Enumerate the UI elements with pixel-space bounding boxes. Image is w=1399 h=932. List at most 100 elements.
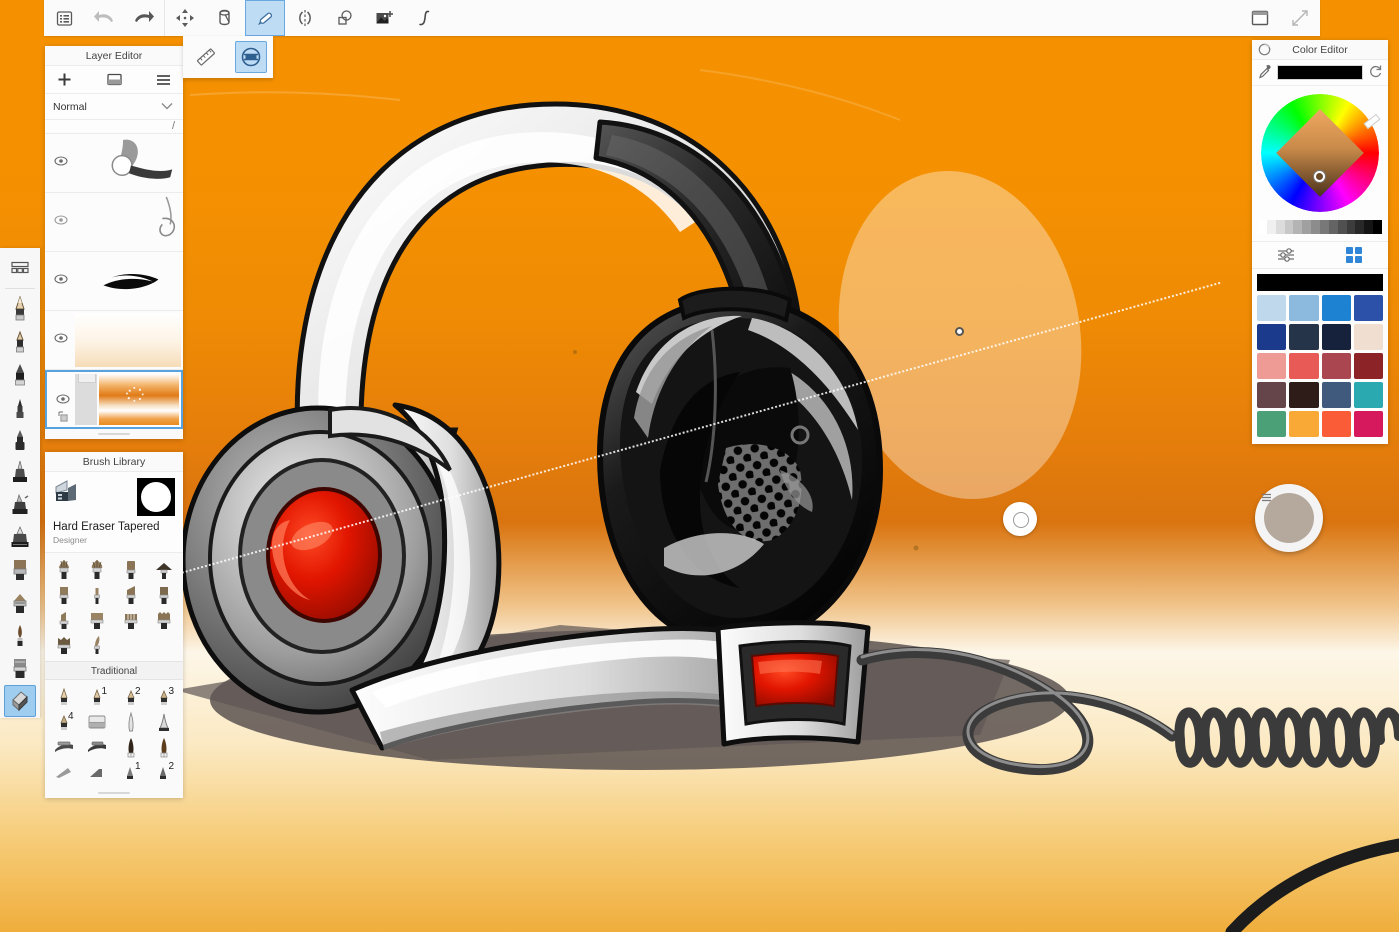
- layer-visibility-icon[interactable]: [54, 274, 68, 288]
- flat-square-2-brush[interactable]: [148, 582, 182, 607]
- menu-icon[interactable]: [44, 0, 84, 36]
- spray-tool-icon[interactable]: [4, 489, 36, 521]
- floating-color-puck[interactable]: [1255, 484, 1323, 552]
- thin-round-1-brush[interactable]: [81, 582, 115, 607]
- pointed-round-1-brush[interactable]: [81, 632, 115, 657]
- pencil-num-1-brush[interactable]: 1: [81, 684, 115, 709]
- layer-opacity-row[interactable]: /: [45, 120, 183, 134]
- palette-swatch[interactable]: [1289, 411, 1319, 437]
- layer-lock-icon[interactable]: [57, 410, 69, 422]
- layer-mask-chip[interactable]: [75, 374, 97, 425]
- eraser-block-brush[interactable]: [81, 709, 115, 734]
- table-row[interactable]: [45, 252, 183, 311]
- palette-swatch[interactable]: [1321, 382, 1351, 408]
- palette-swatch[interactable]: [1353, 324, 1383, 350]
- grayscale-swatch[interactable]: [1346, 220, 1356, 234]
- palette-swatch[interactable]: [1353, 353, 1383, 379]
- current-color-swatch[interactable]: [1277, 65, 1363, 80]
- grayscale-swatch[interactable]: [1311, 220, 1321, 234]
- layer-visibility-icon[interactable]: [54, 333, 68, 347]
- palette-swatch[interactable]: [1257, 411, 1287, 437]
- fineliner-tool-icon[interactable]: [4, 391, 36, 423]
- grayscale-swatch[interactable]: [1364, 220, 1374, 234]
- grayscale-swatch[interactable]: [1266, 220, 1276, 234]
- layer-visibility-icon[interactable]: [54, 215, 68, 229]
- round-brush-tool-icon[interactable]: [4, 620, 36, 652]
- charcoal-tip-brush[interactable]: [148, 709, 182, 734]
- fan-brush-tool-icon[interactable]: [4, 587, 36, 619]
- grayscale-strip[interactable]: [1258, 220, 1383, 234]
- color-wheel[interactable]: [1261, 94, 1381, 212]
- fan-bristle-2-brush[interactable]: [81, 557, 115, 582]
- puck-color-fill[interactable]: [1264, 493, 1314, 543]
- fan-wide-brush[interactable]: [148, 557, 182, 582]
- redo-icon[interactable]: [124, 0, 164, 36]
- puck-menu-icon[interactable]: [1261, 489, 1272, 502]
- marker-round-1-brush[interactable]: [114, 734, 148, 759]
- brush-icon[interactable]: [245, 0, 285, 36]
- table-row[interactable]: [45, 134, 183, 193]
- table-row[interactable]: [45, 193, 183, 252]
- layer-menu-button[interactable]: [156, 74, 171, 86]
- color-wheel-area[interactable]: [1252, 86, 1388, 216]
- grayscale-swatch[interactable]: [1293, 220, 1303, 234]
- grayscale-swatch[interactable]: [1284, 220, 1294, 234]
- flat-tip-1-brush[interactable]: [114, 557, 148, 582]
- flat-worn-1-brush[interactable]: [47, 632, 81, 657]
- layer-visibility-icon[interactable]: [54, 156, 68, 170]
- table-row[interactable]: [45, 370, 183, 429]
- grayscale-swatch[interactable]: [1373, 220, 1383, 234]
- palette-swatch[interactable]: [1289, 353, 1319, 379]
- blender-stump-brush[interactable]: [114, 709, 148, 734]
- palette-swatch[interactable]: [1289, 382, 1319, 408]
- undo-icon[interactable]: [84, 0, 124, 36]
- add-layer-button[interactable]: [57, 72, 72, 87]
- marker-tool-icon[interactable]: [4, 358, 36, 390]
- swatch-grid-icon[interactable]: [1339, 244, 1369, 266]
- palette-swatch[interactable]: [1321, 411, 1351, 437]
- texture-tool-icon[interactable]: [4, 522, 36, 554]
- palette-swatch[interactable]: [1321, 353, 1351, 379]
- layer-visibility-icon[interactable]: [56, 394, 70, 408]
- blend-mode-dropdown[interactable]: Normal: [45, 94, 183, 120]
- layer-panel-resize-handle[interactable]: [45, 429, 183, 439]
- pencil-soft-brush[interactable]: [47, 684, 81, 709]
- rake-1-brush[interactable]: [148, 607, 182, 632]
- color-history-icon[interactable]: [1258, 43, 1271, 63]
- palette-swatch[interactable]: [1289, 295, 1319, 321]
- chisel-tool-icon[interactable]: [4, 653, 36, 685]
- transform-icon[interactable]: [165, 0, 205, 36]
- marker-round-2-brush[interactable]: [148, 734, 182, 759]
- fullscreen-icon[interactable]: [1280, 0, 1320, 36]
- grayscale-swatch[interactable]: [1258, 220, 1267, 234]
- bucket-fill-icon[interactable]: [205, 0, 245, 36]
- eraser-icon[interactable]: [234, 41, 267, 73]
- guide-center-handle[interactable]: [955, 327, 964, 336]
- grayscale-swatch[interactable]: [1355, 220, 1365, 234]
- brush-grid-icon[interactable]: [4, 252, 36, 284]
- chalk-2-brush[interactable]: [81, 759, 115, 784]
- table-row[interactable]: [45, 311, 183, 370]
- flat-square-1-brush[interactable]: [47, 582, 81, 607]
- grayscale-swatch[interactable]: [1320, 220, 1329, 234]
- drawing-canvas[interactable]: [0, 0, 1399, 932]
- window-icon[interactable]: [1240, 0, 1280, 36]
- pencil-num-3-brush[interactable]: 3: [148, 684, 182, 709]
- palette-swatch[interactable]: [1257, 382, 1287, 408]
- palette-swatch[interactable]: [1353, 382, 1383, 408]
- duplicate-layer-button[interactable]: [106, 73, 122, 86]
- palette-swatch[interactable]: [1289, 324, 1319, 350]
- palette-swatch[interactable]: [1353, 295, 1383, 321]
- curve-icon[interactable]: [405, 0, 445, 36]
- split-flat-1-brush[interactable]: [114, 607, 148, 632]
- pencil-num-4-brush[interactable]: 4: [47, 709, 81, 734]
- image-icon[interactable]: [365, 0, 405, 36]
- color-selection-marker[interactable]: [1314, 171, 1325, 182]
- angled-flat-1-brush[interactable]: [114, 582, 148, 607]
- shape-icon[interactable]: [325, 0, 365, 36]
- ruler-icon[interactable]: [190, 41, 222, 73]
- nib-pen-2-brush[interactable]: [81, 734, 115, 759]
- eraser-tool-icon[interactable]: [4, 685, 36, 718]
- fan-bristle-1-brush[interactable]: [47, 557, 81, 582]
- grayscale-swatch[interactable]: [1275, 220, 1285, 234]
